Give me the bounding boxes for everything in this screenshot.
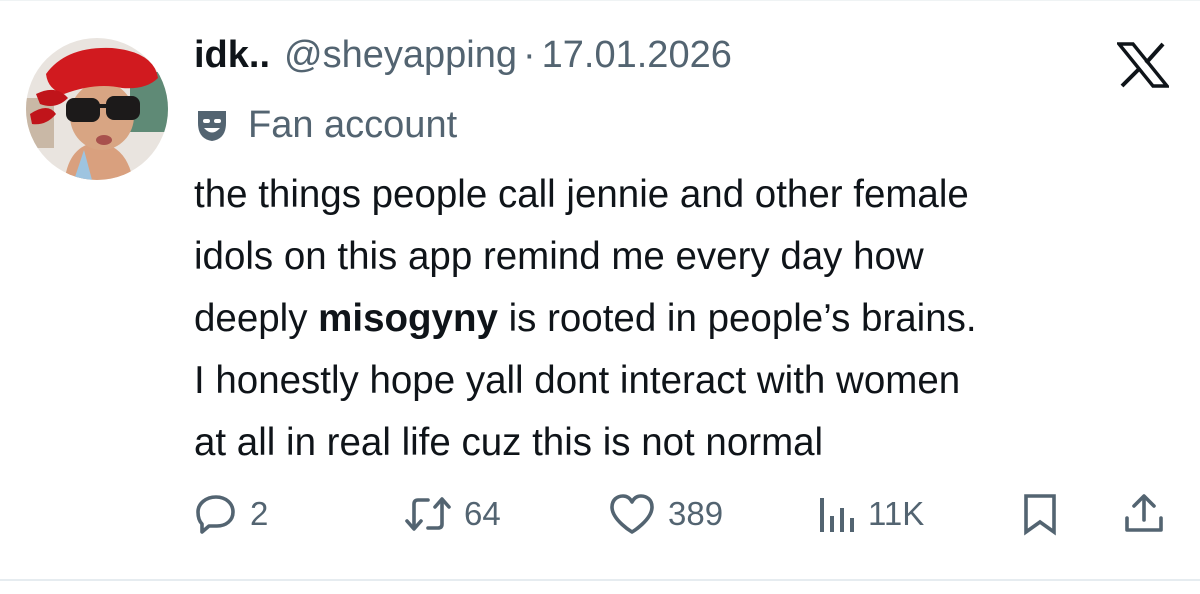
views-button[interactable]: 11K xyxy=(816,484,924,544)
views-bar-chart-icon xyxy=(816,492,856,536)
text-segment: I honestly hope yall dont interact with … xyxy=(194,359,961,402)
reply-count: 2 xyxy=(250,495,269,532)
tweet-text-line: at all in real life cuz this is not norm… xyxy=(194,412,1184,474)
action-bar: 2 64 389 11K xyxy=(0,484,1200,544)
separator-dot: · xyxy=(523,34,536,76)
text-segment: is rooted in people’s brains. xyxy=(497,297,977,340)
reply-icon xyxy=(194,492,238,536)
tweet-text-line: the things people call jennie and other … xyxy=(194,164,1184,226)
views-count: 11K xyxy=(868,495,925,532)
text-segment: idols on this app remind me every day ho… xyxy=(194,235,924,278)
account-label-text: Fan account xyxy=(248,103,458,146)
bottom-divider xyxy=(0,579,1200,581)
tweet-text: the things people call jennie and other … xyxy=(194,164,1184,474)
share-icon xyxy=(1122,492,1166,536)
heart-icon xyxy=(608,492,656,536)
bookmark-button[interactable] xyxy=(1020,484,1060,544)
share-button[interactable] xyxy=(1122,484,1166,544)
avatar[interactable] xyxy=(26,38,168,180)
text-segment: the things people call jennie and other … xyxy=(194,173,969,216)
user-handle[interactable]: @sheyapping xyxy=(284,34,517,77)
tweet-text-line: I honestly hope yall dont interact with … xyxy=(194,350,1184,412)
account-label: Fan account xyxy=(194,100,457,150)
like-count: 389 xyxy=(668,495,724,532)
repost-count: 64 xyxy=(464,495,501,532)
bold-text-segment: misogyny xyxy=(318,297,498,340)
text-segment: deeply xyxy=(194,297,319,340)
like-button[interactable]: 389 xyxy=(608,484,723,544)
display-name[interactable]: idk.. xyxy=(194,34,270,77)
tweet-date[interactable]: 17.01.2026 xyxy=(542,34,732,77)
repost-icon xyxy=(404,492,452,536)
tweet-text-line: deeply misogyny is rooted in people’s br… xyxy=(194,288,1184,350)
tweet-card: idk.. @sheyapping · 17.01.2026 Fan accou… xyxy=(0,0,1200,594)
repost-button[interactable]: 64 xyxy=(404,484,501,544)
tweet-text-line: idols on this app remind me every day ho… xyxy=(194,226,1184,288)
top-divider xyxy=(0,0,1200,1)
bookmark-icon xyxy=(1020,492,1060,536)
x-logo-icon[interactable] xyxy=(1115,42,1171,88)
theater-masks-icon xyxy=(194,107,230,143)
tweet-header: idk.. @sheyapping · 17.01.2026 xyxy=(194,34,732,90)
reply-button[interactable]: 2 xyxy=(194,484,268,544)
text-segment: at all in real life cuz this is not norm… xyxy=(194,421,824,464)
